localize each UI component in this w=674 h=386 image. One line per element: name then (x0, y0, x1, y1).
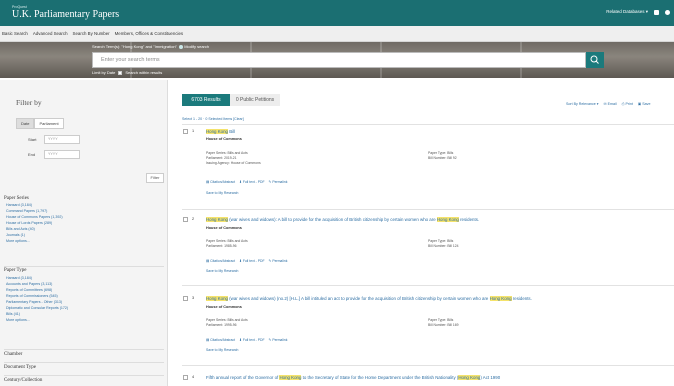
nav-basic-search[interactable]: Basic Search (2, 31, 28, 36)
paper-series-heading[interactable]: Paper Series (4, 196, 29, 201)
century-collection-heading[interactable]: Century/Collection (4, 378, 42, 383)
save-to-research-link[interactable]: Save to My Research (206, 191, 238, 195)
save-to-research-link[interactable]: Save to My Research (206, 269, 238, 273)
highlight: Hong Kong (279, 375, 302, 380)
result-checkbox[interactable] (183, 375, 188, 380)
search-within-label: Search within results (125, 70, 163, 75)
result-links: ▤ Citation/Abstract ⬇ Full text - PDF ✎ … (206, 338, 287, 342)
highlight: Hong Kong (206, 296, 228, 301)
user-icon[interactable] (665, 9, 670, 15)
related-databases-menu[interactable]: Related Databases ▾ (606, 9, 648, 15)
citation-abstract-link[interactable]: ▤ Citation/Abstract (206, 259, 235, 263)
permalink-link[interactable]: ✎ Permalink (269, 338, 288, 342)
result-meta-right: Paper Type: Bills Bill Number: Bill 124 (428, 239, 459, 248)
result-links: ▤ Citation/Abstract ⬇ Full text - PDF ✎ … (206, 259, 287, 263)
result-house: House of Commons (206, 305, 242, 309)
selection-summary[interactable]: Select 1 - 20 · 0 Selected Items [Clear] (182, 117, 244, 121)
header-tools: Related Databases ▾ (606, 9, 670, 15)
result-checkbox[interactable] (183, 129, 188, 134)
chamber-heading[interactable]: Chamber (4, 352, 22, 357)
result-number: 4 (192, 375, 195, 379)
filter-button[interactable]: Filter (146, 173, 164, 183)
filter-sidebar: Filter by Date Parliament Start YYYY End… (0, 80, 168, 386)
paper-series-list: Hansard (3,184) Command Papers (1,797) H… (6, 202, 63, 244)
result-meta-left: Paper Series: Bills and Acts Parliament: … (206, 151, 261, 165)
modify-search-link[interactable]: Modify search (184, 44, 209, 49)
modify-icon (179, 44, 184, 49)
save-button[interactable]: ▣ Save (638, 102, 651, 106)
paper-type-list: Hansard (3,184) Accounts and Papers (3,1… (6, 275, 68, 323)
search-terms-label: Search Term(s): "Hong Kong" and "Immigra… (92, 44, 210, 49)
document-type-heading[interactable]: Document Type (4, 365, 36, 370)
result-number: 3 (192, 296, 195, 300)
result-meta-right: Paper Type: Bills Bill Number: Bill 169 (428, 318, 459, 327)
result-meta-left: Paper Series: Bills and Acts Parliament: … (206, 239, 248, 248)
limit-by-date-link[interactable]: Limit by Date (92, 70, 115, 75)
permalink-link[interactable]: ✎ Permalink (269, 259, 288, 263)
result-house: House of Commons (206, 226, 242, 230)
tab-public-petitions[interactable]: 0 Public Petitions (230, 94, 280, 106)
full-text-pdf-link[interactable]: ⬇ Full text - PDF (239, 259, 264, 263)
results-actions: Sort By Relevance ▾ ✉ Email ⎙ Print ▣ Sa… (566, 102, 650, 106)
search-button[interactable] (586, 52, 604, 68)
highlight: Hong Kong (489, 296, 512, 301)
result-title-link[interactable]: Hong Kong Bill (206, 129, 235, 134)
result-checkbox[interactable] (183, 217, 188, 222)
search-within-checkbox[interactable] (118, 70, 123, 75)
date-tabs: Date Parliament (16, 118, 64, 129)
print-button[interactable]: ⎙ Print (622, 102, 633, 106)
tab-results[interactable]: 6703 Results (182, 94, 230, 106)
citation-abstract-link[interactable]: ▤ Citation/Abstract (206, 338, 235, 342)
permalink-link[interactable]: ✎ Permalink (269, 180, 288, 184)
search-input[interactable]: Enter your search terms (92, 52, 586, 68)
highlight: Hong Kong (206, 217, 228, 222)
highlight: Hong Kong (458, 375, 481, 380)
full-text-pdf-link[interactable]: ⬇ Full text - PDF (239, 180, 264, 184)
folder-icon[interactable] (654, 9, 659, 15)
start-year-input[interactable]: YYYY (44, 135, 80, 144)
app-header: ProQuest U.K. Parliamentary Papers Relat… (0, 0, 674, 26)
result-meta-right: Paper Type: Bills Bill Number: Bill 92 (428, 151, 457, 160)
nav-search-by-number[interactable]: Search By Number (73, 31, 110, 36)
result-title-link[interactable]: Fifth annual report of the Governor of H… (206, 375, 500, 380)
result-links: ▤ Citation/Abstract ⬇ Full text - PDF ✎ … (206, 180, 287, 184)
filter-heading: Filter by (16, 98, 42, 107)
result-title-link[interactable]: Hong Kong (war wives and widows) (no.2) … (206, 296, 532, 301)
highlight: Hong Kong (206, 129, 228, 134)
end-label: End (28, 152, 36, 157)
search-icon (590, 55, 599, 64)
tab-parliament[interactable]: Parliament (34, 118, 64, 129)
search-nav: Basic Search Advanced Search Search By N… (0, 26, 674, 42)
full-text-pdf-link[interactable]: ⬇ Full text - PDF (239, 338, 264, 342)
email-button[interactable]: ✉ Email (604, 102, 617, 106)
save-to-research-link[interactable]: Save to My Research (206, 348, 238, 352)
nav-advanced-search[interactable]: Advanced Search (33, 31, 68, 36)
search-options: Limit by Date Search within results (92, 70, 162, 75)
result-title-link[interactable]: Hong Kong (war wives and widows): A bill… (206, 217, 479, 222)
more-options-link[interactable]: More options... (6, 238, 63, 244)
more-options-link[interactable]: More options... (6, 317, 68, 323)
sort-dropdown[interactable]: Sort By Relevance ▾ (566, 102, 599, 106)
citation-abstract-link[interactable]: ▤ Citation/Abstract (206, 180, 235, 184)
paper-type-heading[interactable]: Paper Type (4, 268, 26, 273)
result-number: 2 (192, 217, 195, 221)
result-checkbox[interactable] (183, 296, 188, 301)
result-house: House of Commons (206, 137, 242, 141)
app-title[interactable]: U.K. Parliamentary Papers (12, 9, 119, 20)
highlight: Hong Kong (436, 217, 459, 222)
result-meta-left: Paper Series: Bills and Acts Parliament: … (206, 318, 248, 327)
start-label: Start (28, 137, 37, 142)
tab-date[interactable]: Date (16, 118, 35, 129)
end-year-input[interactable]: YYYY (44, 150, 80, 159)
result-number: 1 (192, 129, 195, 133)
nav-members[interactable]: Members, Offices & Constituencies (115, 31, 184, 36)
